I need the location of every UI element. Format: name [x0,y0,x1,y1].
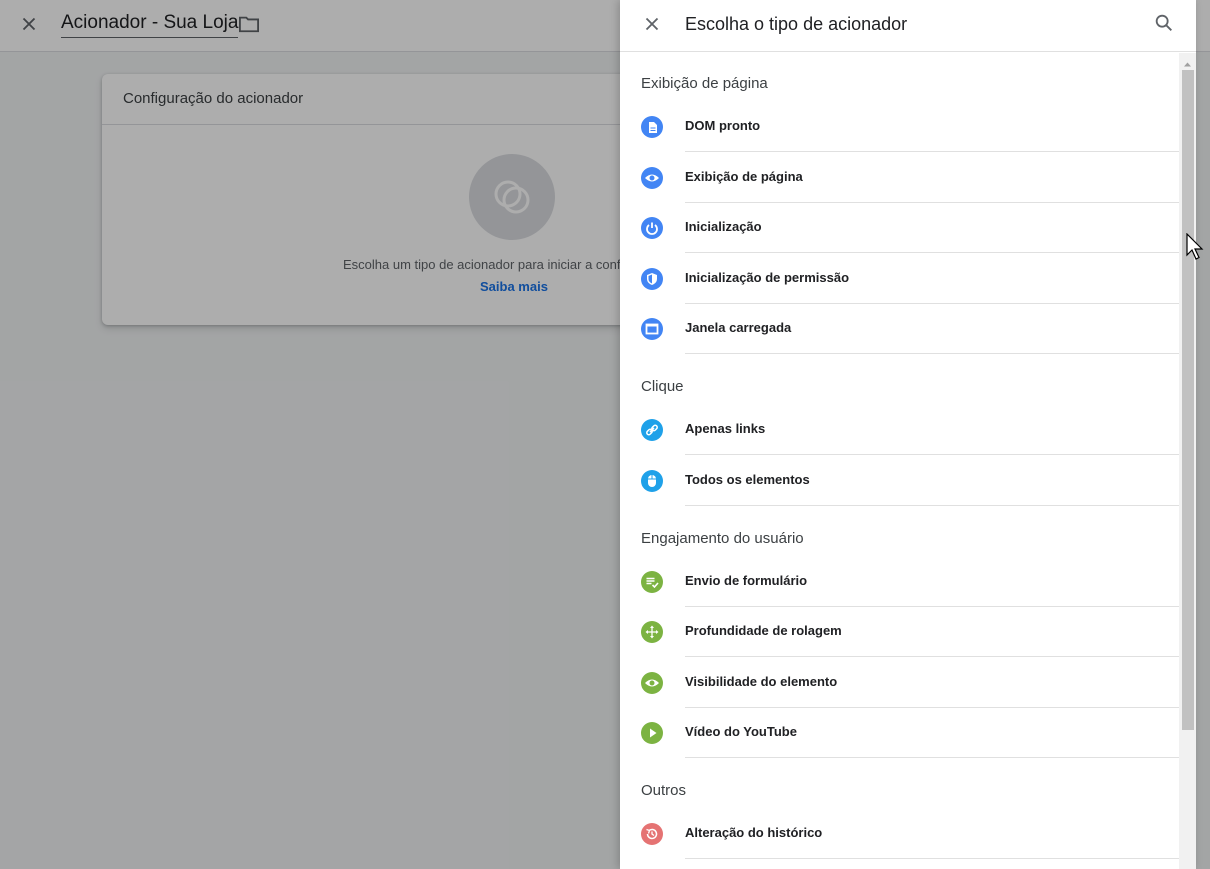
move-icon [641,621,663,643]
trigger-item-label: Janela carregada [685,320,792,335]
trigger-item-window-loaded[interactable]: Janela carregada [620,304,1179,354]
trigger-item-label: DOM pronto [685,118,761,133]
trigger-item-label: Profundidade de rolagem [685,623,842,638]
section-title-others: Outros [641,782,687,799]
history-icon [641,823,663,845]
panel-header: Escolha o tipo de acionador [620,0,1196,52]
trigger-item-label: Inicialização de permissão [685,270,850,285]
divider [685,858,1179,859]
trigger-type-list: Exibição de página DOM pronto Exibição d… [620,53,1179,869]
close-icon[interactable] [641,13,663,35]
trigger-item-label: Envio de formulário [685,573,808,588]
trigger-item-label: Apenas links [685,421,766,436]
section-title-click: Clique [641,378,684,395]
divider [685,252,1179,253]
link-icon [641,419,663,441]
trigger-type-panel: Escolha o tipo de acionador Exibição de … [620,0,1196,869]
trigger-item-element-visibility[interactable]: Visibilidade do elemento [620,658,1179,708]
play-icon [641,722,663,744]
trigger-item-just-links[interactable]: Apenas links [620,405,1179,455]
trigger-item-youtube-video[interactable]: Vídeo do YouTube [620,708,1179,758]
scrollbar-thumb[interactable] [1182,70,1194,730]
divider [685,151,1179,152]
trigger-item-page-view[interactable]: Exibição de página [620,153,1179,203]
eye-icon [641,167,663,189]
form-icon [641,571,663,593]
trigger-item-label: Todos os elementos [685,472,810,487]
trigger-item-scroll-depth[interactable]: Profundidade de rolagem [620,607,1179,657]
trigger-item-form-submission[interactable]: Envio de formulário [620,557,1179,607]
document-icon [641,116,663,138]
trigger-item-consent-init[interactable]: Inicialização de permissão [620,254,1179,304]
trigger-item-label: Vídeo do YouTube [685,724,797,739]
section-title-page-view: Exibição de página [641,75,768,92]
shield-icon [641,268,663,290]
trigger-item-label: Alteração do histórico [685,825,823,840]
divider [685,505,1179,506]
divider [685,454,1179,455]
trigger-item-dom-ready[interactable]: DOM pronto [620,102,1179,152]
eye-icon [641,672,663,694]
mouse-icon [641,470,663,492]
window-icon [641,318,663,340]
trigger-item-all-elements[interactable]: Todos os elementos [620,456,1179,506]
divider [685,656,1179,657]
search-icon[interactable] [1153,12,1175,34]
trigger-item-label: Inicialização [685,219,762,234]
power-icon [641,217,663,239]
panel-title: Escolha o tipo de acionador [685,14,908,34]
section-title-user-engagement: Engajamento do usuário [641,530,804,547]
divider [685,353,1179,354]
mouse-cursor-icon [1186,232,1206,263]
trigger-item-label: Exibição de página [685,169,803,184]
divider [685,757,1179,758]
trigger-item-history-change[interactable]: Alteração do histórico [620,809,1179,859]
scroll-up-arrow-icon[interactable] [1182,57,1193,68]
trigger-item-initialization[interactable]: Inicialização [620,203,1179,253]
trigger-item-label: Visibilidade do elemento [685,674,838,689]
